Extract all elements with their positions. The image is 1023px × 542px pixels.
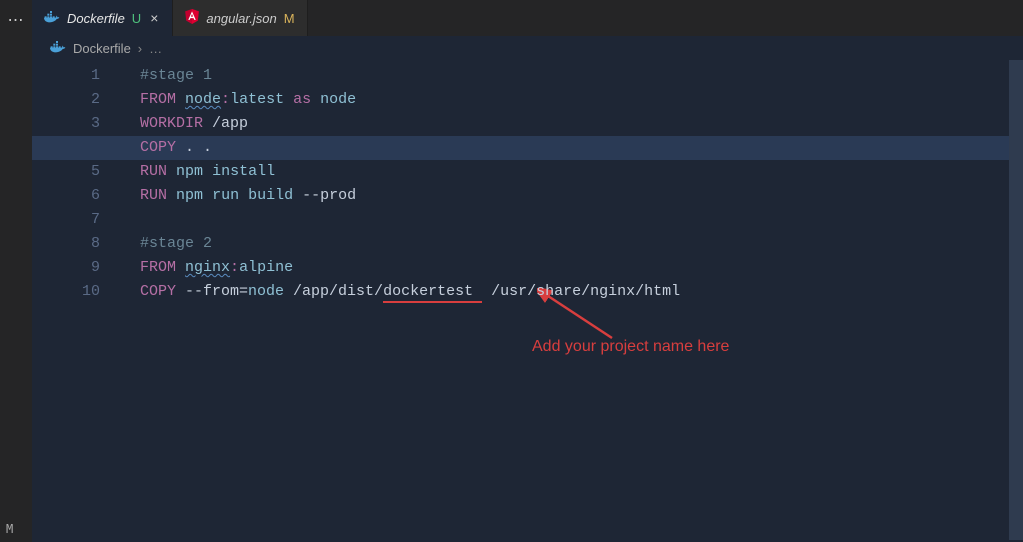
token: : [221, 91, 230, 108]
editor-group: DockerfileU×angular.jsonM Dockerfile › …… [32, 0, 1023, 542]
chevron-right-icon: › [138, 41, 142, 56]
tab-git-status: M [284, 11, 295, 26]
code-line[interactable] [122, 208, 1023, 232]
token: COPY [140, 139, 176, 156]
line-number: 9 [32, 256, 122, 280]
tab-bar: Dockerfile U × angular.json M [32, 0, 1023, 36]
token: /app [203, 115, 248, 132]
tab-git-status: U [132, 11, 141, 26]
code-line[interactable]: COPY --from=node /app/dist/dockertest /u… [122, 280, 1023, 304]
code-line[interactable]: FROM nginx:alpine [122, 256, 1023, 280]
token [284, 91, 293, 108]
scrollbar-thumb[interactable] [1009, 60, 1023, 540]
tab-filename: Dockerfile [67, 11, 125, 26]
token: nginx [185, 259, 230, 276]
token [203, 163, 212, 180]
token [311, 91, 320, 108]
code-area[interactable]: Add your project name here #stage 1 FROM … [122, 60, 1023, 542]
token: build [248, 187, 293, 204]
token: as [293, 91, 311, 108]
git-status-marker: M [6, 522, 13, 536]
line-number: 6 [32, 184, 122, 208]
token: . . [176, 139, 212, 156]
code-line[interactable]: RUN npm run build --prod [122, 184, 1023, 208]
vertical-scrollbar[interactable] [1009, 60, 1023, 542]
close-icon[interactable]: × [148, 10, 160, 26]
token: node [248, 283, 284, 300]
activity-bar: ⋯ M [0, 0, 32, 542]
token: /usr/share/nginx/html [482, 283, 680, 300]
token: RUN [140, 187, 167, 204]
line-number: 10 [32, 280, 122, 304]
token [176, 91, 185, 108]
token: dockertest [383, 283, 482, 303]
code-line[interactable]: WORKDIR /app [122, 112, 1023, 136]
code-line[interactable]: FROM node:latest as node [122, 88, 1023, 112]
token: FROM [140, 259, 176, 276]
token: latest [230, 91, 284, 108]
line-number: 3 [32, 112, 122, 136]
token: npm [176, 163, 203, 180]
token: node [320, 91, 356, 108]
token: #stage 2 [140, 235, 212, 252]
line-number: 8 [32, 232, 122, 256]
code-line[interactable]: #stage 2 [122, 232, 1023, 256]
token: --prod [293, 187, 356, 204]
tab-filename: angular.json [206, 11, 276, 26]
breadcrumb[interactable]: Dockerfile › … [32, 36, 1023, 60]
token: run [212, 187, 239, 204]
token [167, 163, 176, 180]
token: COPY [140, 283, 176, 300]
token [176, 259, 185, 276]
token: node [185, 91, 221, 108]
code-line[interactable]: #stage 1 [122, 64, 1023, 88]
more-icon[interactable]: ⋯ [8, 6, 25, 34]
token: install [212, 163, 275, 180]
token: --from= [176, 283, 248, 300]
token [203, 187, 212, 204]
token: WORKDIR [140, 115, 203, 132]
code-line[interactable]: RUN npm install [122, 160, 1023, 184]
tab-angular-json[interactable]: angular.json M [173, 0, 307, 36]
token: npm [176, 187, 203, 204]
code-line[interactable]: COPY . . [122, 136, 1023, 160]
tab-dockerfile[interactable]: Dockerfile U × [32, 0, 173, 36]
line-number: 7 [32, 208, 122, 232]
breadcrumb-more[interactable]: … [149, 41, 162, 56]
annotation-text: Add your project name here [532, 338, 729, 356]
token: : [230, 259, 239, 276]
angular-icon [185, 9, 199, 27]
token: #stage 1 [140, 67, 212, 84]
code-editor[interactable]: 12345678910 Add your project name here #… [32, 60, 1023, 542]
token: alpine [239, 259, 293, 276]
docker-icon [44, 11, 60, 26]
line-number: 1 [32, 64, 122, 88]
token: RUN [140, 163, 167, 180]
token [167, 187, 176, 204]
token: /app/dist/ [284, 283, 383, 300]
line-number-gutter: 12345678910 [32, 60, 122, 542]
line-number: 2 [32, 88, 122, 112]
token [239, 187, 248, 204]
token: FROM [140, 91, 176, 108]
docker-icon [50, 41, 66, 56]
breadcrumb-file[interactable]: Dockerfile [73, 41, 131, 56]
line-number: 5 [32, 160, 122, 184]
